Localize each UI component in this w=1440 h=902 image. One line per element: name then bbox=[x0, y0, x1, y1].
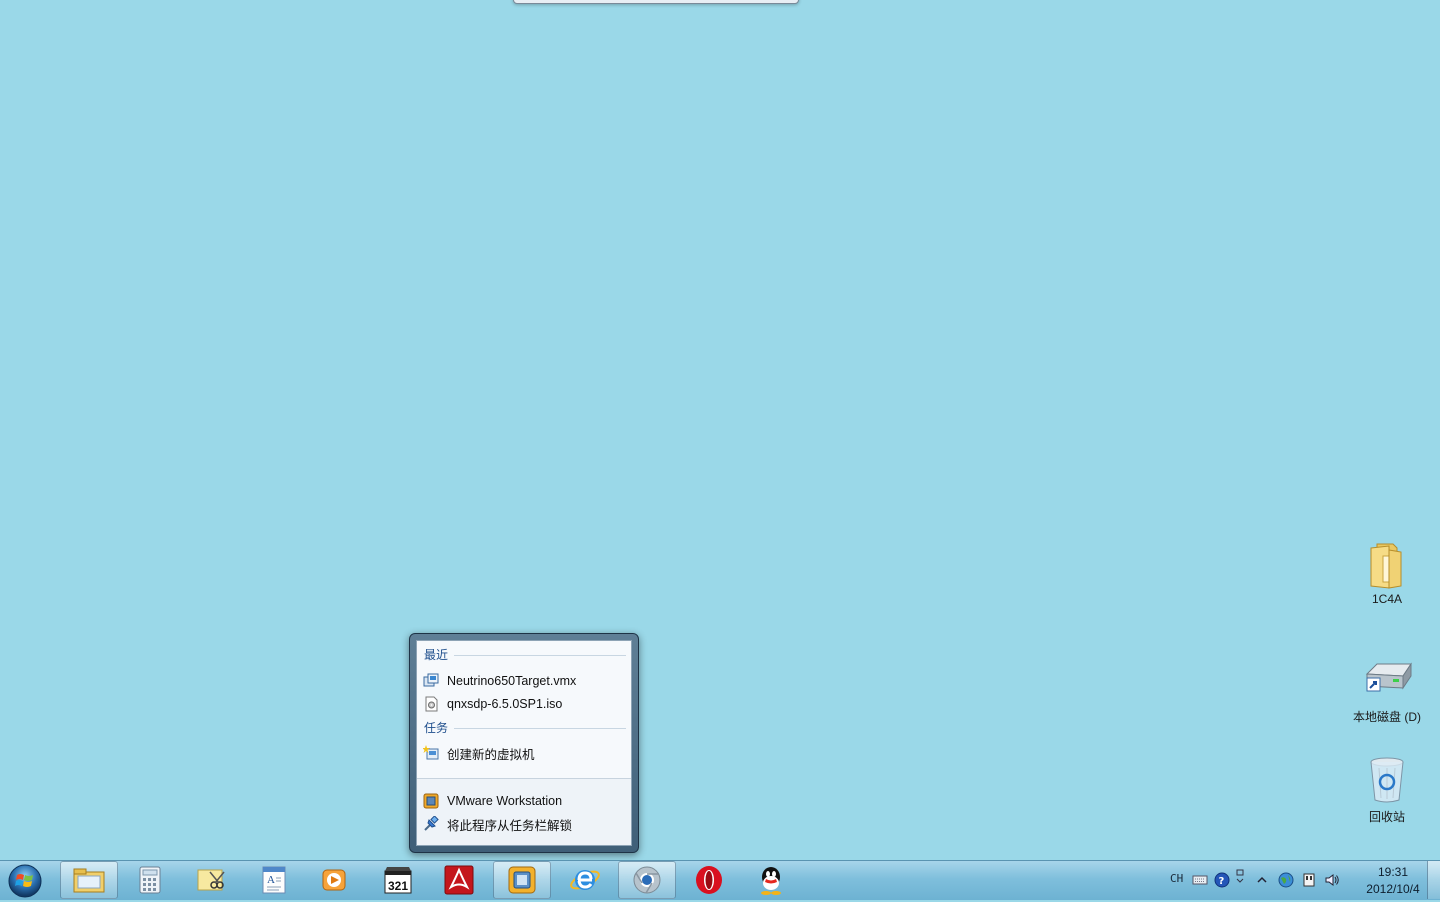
internet-explorer-icon bbox=[570, 870, 600, 890]
vmware-jump-list: 最近 Neutrino650Target.vmx qnxsdp-6.5.0SP1… bbox=[409, 633, 639, 853]
jump-list-body: 最近 Neutrino650Target.vmx qnxsdp-6.5.0SP1… bbox=[416, 640, 632, 846]
tasks-section-header: 任务 bbox=[424, 719, 626, 735]
snipping-tool-icon bbox=[197, 869, 225, 891]
wordpad-icon: A bbox=[262, 866, 286, 894]
keyboard-icon[interactable] bbox=[1192, 872, 1208, 888]
system-tray: CH ? 19:31 2012/10/4 bbox=[1150, 861, 1440, 899]
new-vm-icon bbox=[422, 745, 439, 761]
desktop-icon-label: 回收站 bbox=[1368, 810, 1405, 824]
folder-icon bbox=[1363, 540, 1411, 589]
svg-text:?: ? bbox=[1219, 876, 1225, 887]
taskbar-chrome[interactable] bbox=[618, 861, 676, 899]
recent-header-label: 最近 bbox=[424, 647, 449, 662]
chrome-icon bbox=[633, 866, 661, 894]
ime-options-icon[interactable] bbox=[1234, 869, 1250, 885]
adobe-reader-icon bbox=[444, 865, 474, 895]
taskbar-wordpad[interactable]: A bbox=[245, 861, 303, 899]
tasks-header-label: 任务 bbox=[424, 720, 449, 735]
recent-item-label: qnxsdp-6.5.0SP1.iso bbox=[447, 697, 563, 711]
unpin-from-taskbar[interactable]: 将此程序从任务栏解锁 bbox=[423, 813, 625, 835]
windows-logo-icon bbox=[8, 864, 42, 898]
volume-icon[interactable] bbox=[1324, 872, 1340, 888]
vmx-file-icon bbox=[423, 673, 439, 689]
taskbar-calculator[interactable] bbox=[121, 861, 179, 899]
taskbar-explorer[interactable] bbox=[60, 861, 118, 899]
desktop-icon-folder-1c4a[interactable]: 1C4A bbox=[1342, 540, 1432, 606]
recycle-bin-icon bbox=[1363, 756, 1411, 804]
iso-file-icon bbox=[423, 696, 439, 712]
svg-text:321: 321 bbox=[388, 879, 408, 893]
section-divider bbox=[454, 727, 626, 729]
desktop-icon-label: 本地磁盘 (D) bbox=[1353, 710, 1421, 724]
calculator-icon bbox=[139, 866, 161, 894]
window-edge[interactable] bbox=[513, 0, 799, 4]
taskbar-opera[interactable] bbox=[680, 861, 738, 899]
taskbar-media-player[interactable] bbox=[306, 861, 364, 899]
show-hidden-icons-icon[interactable] bbox=[1254, 872, 1270, 888]
unpin-label: 将此程序从任务栏解锁 bbox=[447, 818, 573, 833]
task-create-new-vm[interactable]: 创建新的虚拟机 bbox=[422, 742, 625, 764]
vmware-workstation-icon bbox=[508, 866, 536, 894]
clock-date: 2012/10/4 bbox=[1366, 882, 1420, 896]
recent-item-label: Neutrino650Target.vmx bbox=[447, 674, 577, 688]
desktop-icon-local-disk-d[interactable]: 本地磁盘 (D) bbox=[1342, 656, 1432, 725]
media-player-classic-icon: 321 bbox=[384, 867, 412, 894]
clock[interactable]: 19:31 2012/10/4 bbox=[1360, 864, 1426, 898]
taskbar-adobe-reader[interactable] bbox=[430, 861, 488, 899]
taskbar-internet-explorer[interactable] bbox=[556, 861, 614, 899]
power-icon[interactable] bbox=[1301, 872, 1317, 888]
help-icon[interactable]: ? bbox=[1214, 872, 1230, 888]
desktop-icon-label: 1C4A bbox=[1371, 592, 1403, 606]
taskbar-vmware-workstation[interactable] bbox=[493, 861, 551, 899]
clock-time: 19:31 bbox=[1377, 865, 1409, 879]
taskbar-snipping-tool[interactable] bbox=[183, 861, 241, 899]
windows-explorer-icon bbox=[73, 868, 105, 893]
taskbar-qq[interactable] bbox=[742, 861, 800, 899]
media-player-icon bbox=[322, 869, 346, 891]
taskbar-media-player-classic[interactable]: 321 bbox=[369, 861, 427, 899]
taskbar: A 321 CH ? 19:31 2012/10/4 bbox=[0, 860, 1440, 900]
jump-list-pinned-area: VMware Workstation 将此程序从任务栏解锁 bbox=[417, 778, 631, 845]
opera-icon bbox=[696, 866, 722, 894]
svg-text:A: A bbox=[267, 874, 275, 886]
qq-icon bbox=[761, 867, 781, 895]
section-divider bbox=[454, 654, 626, 656]
unpin-icon bbox=[423, 815, 439, 832]
recent-section-header: 最近 bbox=[424, 646, 626, 662]
recent-item-iso[interactable]: qnxsdp-6.5.0SP1.iso bbox=[423, 693, 625, 715]
hard-drive-icon bbox=[1363, 656, 1412, 704]
recent-item-vmx[interactable]: Neutrino650Target.vmx bbox=[423, 670, 625, 692]
open-vmware-workstation[interactable]: VMware Workstation bbox=[423, 790, 625, 812]
language-indicator[interactable]: CH bbox=[1170, 872, 1183, 885]
vmware-workstation-icon bbox=[423, 793, 439, 809]
desktop-icon-recycle-bin[interactable]: 回收站 bbox=[1342, 756, 1432, 825]
start-button[interactable] bbox=[6, 863, 44, 898]
task-item-label: 创建新的虚拟机 bbox=[447, 747, 535, 762]
show-desktop-button[interactable] bbox=[1427, 861, 1440, 899]
app-label: VMware Workstation bbox=[447, 794, 563, 808]
network-globe-icon[interactable] bbox=[1278, 872, 1294, 888]
